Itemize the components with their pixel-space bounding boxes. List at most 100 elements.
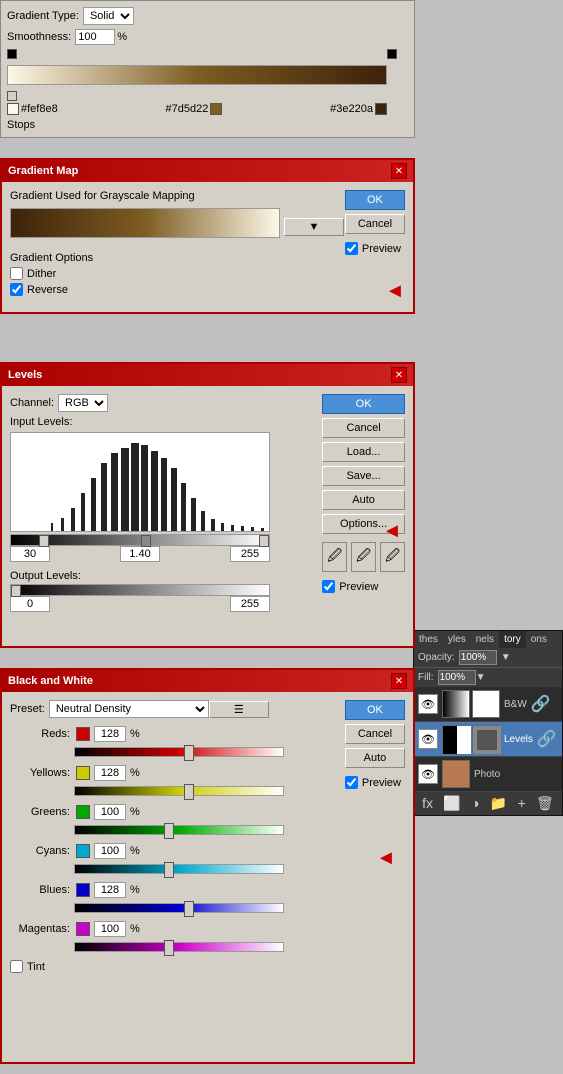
tab-ons[interactable]: ons bbox=[526, 631, 552, 648]
levels-titlebar[interactable]: Levels ✕ bbox=[2, 364, 413, 386]
magentas-slider-thumb[interactable] bbox=[164, 940, 174, 956]
input-levels-values bbox=[10, 546, 270, 562]
blues-input[interactable] bbox=[94, 882, 126, 898]
reds-row: Reds: % bbox=[10, 726, 300, 742]
yellows-slider-thumb[interactable] bbox=[184, 784, 194, 800]
output-levels-slider[interactable] bbox=[10, 584, 270, 596]
gradient-type-select[interactable]: Solid bbox=[83, 7, 134, 25]
levels-save-button[interactable]: Save... bbox=[322, 466, 405, 486]
yellows-input[interactable] bbox=[94, 765, 126, 781]
tab-thes[interactable]: thes bbox=[414, 631, 443, 648]
levels-load-button[interactable]: Load... bbox=[322, 442, 405, 462]
gradient-map-cancel-button[interactable]: Cancel bbox=[345, 214, 405, 234]
add-adjustment-btn[interactable]: ◑ bbox=[471, 795, 479, 812]
add-layer-btn[interactable]: + bbox=[518, 795, 526, 812]
layer-name-2: Levels bbox=[504, 734, 533, 745]
levels-close-button[interactable]: ✕ bbox=[391, 367, 407, 383]
input-low-value[interactable] bbox=[10, 546, 50, 562]
output-low-thumb[interactable] bbox=[11, 585, 21, 597]
levels-preview-checkbox[interactable] bbox=[322, 580, 335, 593]
delete-layer-btn[interactable]: 🗑 bbox=[536, 795, 554, 812]
group-layers-btn[interactable]: 📁 bbox=[490, 795, 507, 812]
dither-checkbox[interactable] bbox=[10, 267, 23, 280]
input-low-thumb[interactable] bbox=[39, 535, 49, 547]
channel-select[interactable]: RGB bbox=[58, 394, 108, 412]
red-arrow-levels-save: ◄ bbox=[382, 520, 402, 543]
color-stop-2[interactable]: #7d5d22 bbox=[166, 103, 223, 115]
reverse-checkbox[interactable] bbox=[10, 283, 23, 296]
preset-menu-btn[interactable]: ☰ bbox=[209, 701, 269, 718]
cyans-slider-thumb[interactable] bbox=[164, 862, 174, 878]
gray-eyedropper[interactable]: 🖉 bbox=[351, 542, 376, 572]
levels-cancel-button[interactable]: Cancel bbox=[322, 418, 405, 438]
add-style-btn[interactable]: fx bbox=[422, 795, 433, 812]
levels-preview-label: Preview bbox=[339, 581, 378, 593]
color-stop-3[interactable]: #3e220a bbox=[330, 103, 387, 115]
layer-item-2[interactable]: 👁 Levels 🔗 bbox=[414, 722, 562, 757]
output-low-value[interactable] bbox=[10, 596, 50, 612]
bw-preview-checkbox[interactable] bbox=[345, 776, 358, 789]
gradient-map-titlebar[interactable]: Gradient Map ✕ bbox=[2, 160, 413, 182]
greens-input[interactable] bbox=[94, 804, 126, 820]
fill-input[interactable] bbox=[438, 670, 476, 685]
greens-row: Greens: % bbox=[10, 804, 300, 820]
smoothness-input[interactable] bbox=[75, 29, 115, 45]
gradient-map-preview-checkbox[interactable] bbox=[345, 242, 358, 255]
bw-titlebar[interactable]: Black and White ✕ bbox=[2, 670, 413, 692]
black-eyedropper[interactable]: 🖉 bbox=[322, 542, 347, 572]
yellows-dot bbox=[76, 766, 90, 780]
input-levels-slider[interactable] bbox=[10, 534, 270, 546]
input-mid-thumb[interactable] bbox=[141, 535, 151, 547]
red-arrow-gradient-map: ◄ bbox=[385, 280, 405, 303]
white-eyedropper[interactable]: 🖉 bbox=[380, 542, 405, 572]
bw-auto-button[interactable]: Auto bbox=[345, 748, 405, 768]
input-mid-value[interactable] bbox=[120, 546, 160, 562]
layer-visibility-2[interactable]: 👁 bbox=[418, 729, 438, 749]
opacity-dropdown[interactable]: ▼ bbox=[501, 652, 511, 663]
gradient-dropdown-btn[interactable]: ▼ bbox=[284, 218, 344, 236]
layer-item-1[interactable]: 👁 B&W 🔗 bbox=[414, 687, 562, 722]
levels-auto-button[interactable]: Auto bbox=[322, 490, 405, 510]
bw-ok-button[interactable]: OK bbox=[345, 700, 405, 720]
tab-tory[interactable]: tory bbox=[499, 631, 526, 648]
opacity-label: Opacity: bbox=[418, 652, 455, 663]
tab-yles[interactable]: yles bbox=[443, 631, 471, 648]
color-stop-1[interactable]: #fef8e8 bbox=[7, 103, 58, 115]
levels-ok-button[interactable]: OK bbox=[322, 394, 405, 414]
greens-slider-thumb[interactable] bbox=[164, 823, 174, 839]
add-mask-btn[interactable]: ⬜ bbox=[443, 795, 460, 812]
gradient-map-ok-button[interactable]: OK bbox=[345, 190, 405, 210]
eyedropper-buttons: 🖉 🖉 🖉 bbox=[322, 542, 405, 572]
layer-link-1: 🔗 bbox=[531, 694, 551, 714]
tint-checkbox[interactable] bbox=[10, 960, 23, 973]
gradient-map-close-button[interactable]: ✕ bbox=[391, 163, 407, 179]
tab-nels[interactable]: nels bbox=[471, 631, 499, 648]
gradient-map-preview-label: Preview bbox=[362, 243, 401, 255]
gradient-bar[interactable] bbox=[7, 65, 387, 85]
output-high-value[interactable] bbox=[230, 596, 270, 612]
bw-cancel-button[interactable]: Cancel bbox=[345, 724, 405, 744]
input-high-thumb[interactable] bbox=[259, 535, 269, 547]
preset-select[interactable]: Neutral Density bbox=[49, 700, 209, 718]
levels-dialog: Levels ✕ Channel: RGB Input Levels: bbox=[0, 362, 415, 648]
layer-item-3[interactable]: 👁 Photo bbox=[414, 757, 562, 792]
reds-slider-thumb[interactable] bbox=[184, 745, 194, 761]
blues-slider-thumb[interactable] bbox=[184, 901, 194, 917]
yellows-pct: % bbox=[130, 767, 142, 779]
fill-dropdown[interactable]: ▼ bbox=[476, 672, 486, 683]
layer-visibility-1[interactable]: 👁 bbox=[418, 694, 438, 714]
greens-pct: % bbox=[130, 806, 142, 818]
gradient-map-preview[interactable] bbox=[10, 208, 280, 238]
levels-title: Levels bbox=[8, 369, 42, 381]
input-high-value[interactable] bbox=[230, 546, 270, 562]
opacity-input[interactable] bbox=[459, 650, 497, 665]
bw-close-button[interactable]: ✕ bbox=[391, 673, 407, 689]
tint-label: Tint bbox=[27, 961, 45, 973]
cyans-label: Cyans: bbox=[10, 845, 70, 857]
magentas-input[interactable] bbox=[94, 921, 126, 937]
reds-dot bbox=[76, 727, 90, 741]
reds-input[interactable] bbox=[94, 726, 126, 742]
layer-visibility-3[interactable]: 👁 bbox=[418, 764, 438, 784]
layers-panel: thes yles nels tory ons Opacity: ▼ Fill:… bbox=[413, 630, 563, 816]
cyans-input[interactable] bbox=[94, 843, 126, 859]
